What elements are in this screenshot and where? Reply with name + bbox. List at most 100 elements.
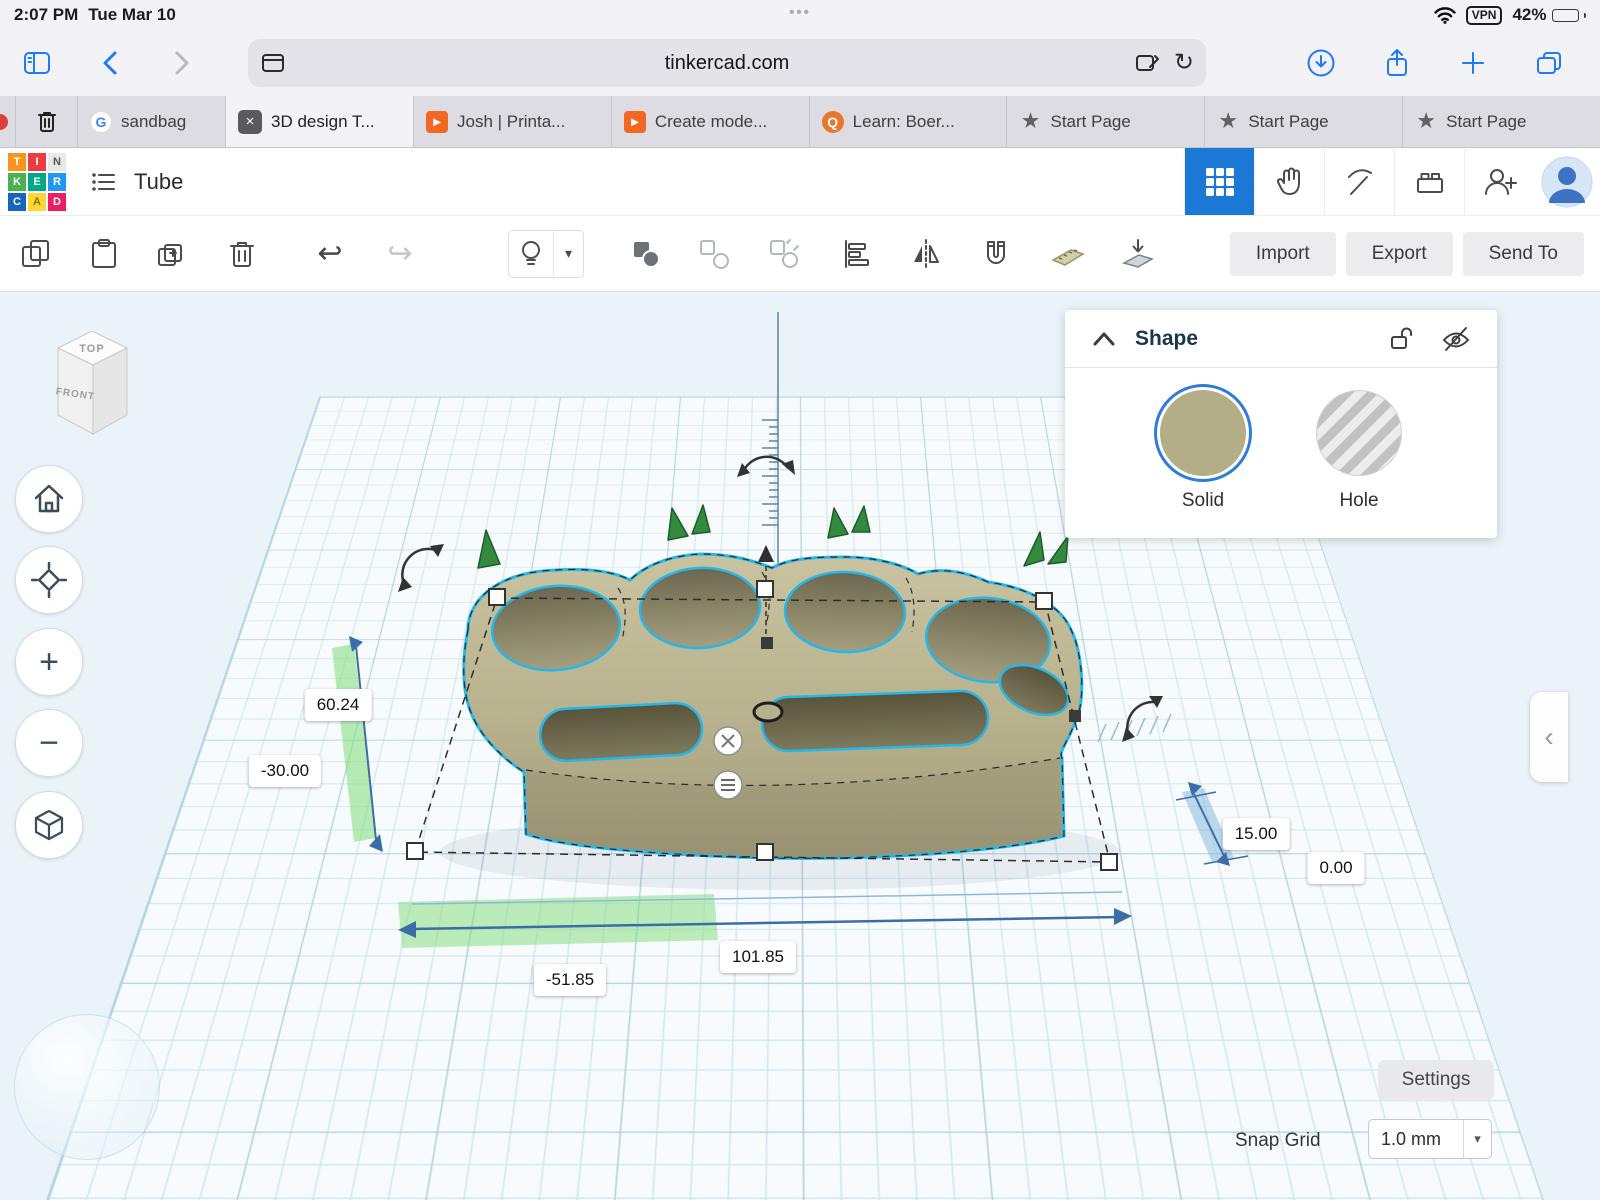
close-icon[interactable]: × [238,110,262,134]
group-edit-icon[interactable] [762,232,806,276]
hand-tool-button[interactable] [1254,148,1324,215]
shape-panel-title: Shape [1135,327,1198,351]
home-view-button[interactable] [15,465,83,533]
export-button[interactable]: Export [1346,232,1453,276]
ungroup-icon[interactable] [692,232,736,276]
tab-3d-design[interactable]: × 3D design T... [226,96,414,147]
google-icon: G [90,111,112,133]
safari-toolbar: tinkercad.com ↻ [0,30,1600,96]
dimension-label-x-position[interactable]: -51.85 [534,964,606,996]
forward-button[interactable] [164,46,198,80]
tab-create-mode[interactable]: ▸ Create mode... [612,96,810,147]
redo-icon[interactable]: ↪ [378,232,422,276]
magnet-icon[interactable] [974,232,1018,276]
tab-actions-icon[interactable] [1134,51,1160,75]
reload-icon[interactable]: ↻ [1174,51,1194,75]
ruler-tool-icon[interactable] [1046,232,1090,276]
dimension-label-width[interactable]: 101.85 [720,941,796,973]
import-button[interactable]: Import [1230,232,1336,276]
printables-icon: ▸ [624,111,646,133]
tab-start-page-2[interactable]: ★ Start Page [1205,96,1403,147]
tinkercad-header: TIN KER CAD Tube [0,148,1600,216]
send-to-button[interactable]: Send To [1463,232,1584,276]
collaborate-button[interactable] [1464,148,1534,215]
group-icon[interactable] [624,232,668,276]
settings-button[interactable]: Settings [1378,1060,1494,1100]
clock-time: 2:07 PM [14,5,78,25]
view-cube[interactable]: TOP FRONT [0,292,180,452]
hole-option[interactable]: Hole [1316,390,1402,512]
hide-eye-icon[interactable] [1441,325,1471,353]
solid-swatch[interactable] [1160,390,1246,476]
fit-view-button[interactable] [15,546,83,614]
sidebar-toggle-button[interactable] [20,46,54,80]
edit-toolbar: ↩ ↪ ▾ Import Export Send To [0,216,1600,292]
copy-icon[interactable] [14,232,58,276]
snap-grid-dropdown[interactable]: 1.0 mm ▾ [1368,1119,1492,1159]
status-bar: 2:07 PM Tue Mar 10 ••• VPN 42% [0,0,1600,30]
viewcube-top-label[interactable]: TOP [79,343,104,355]
downloads-button[interactable] [1304,46,1338,80]
tab-partial[interactable] [0,96,16,147]
new-tab-button[interactable] [1456,46,1490,80]
unlock-icon[interactable] [1387,325,1415,353]
undo-icon[interactable]: ↩ [308,232,352,276]
battery-icon [1552,9,1579,22]
multitask-dots-handle[interactable]: ••• [789,4,811,21]
page-menu-icon[interactable] [260,51,286,75]
vpn-badge: VPN [1466,6,1503,25]
tab-learn[interactable]: Q Learn: Boer... [810,96,1008,147]
tab-start-page-1[interactable]: ★ Start Page [1007,96,1205,147]
wifi-icon [1434,6,1456,24]
tab-josh-printables[interactable]: ▸ Josh | Printa... [414,96,612,147]
battery-indicator: 42% [1512,5,1586,25]
design-title[interactable]: Tube [134,169,183,195]
star-icon: ★ [1415,111,1437,133]
tinkercad-logo[interactable]: TIN KER CAD [8,153,66,211]
tab-overview-button[interactable] [1532,46,1566,80]
side-drawer-handle[interactable]: ‹ [1530,692,1568,782]
snap-grid-label: Snap Grid [1235,1130,1321,1152]
account-avatar[interactable] [1534,148,1600,215]
design-menu-icon[interactable] [90,170,116,194]
collapse-chevron-icon[interactable] [1091,330,1117,348]
delete-icon[interactable] [220,232,264,276]
trash-favicon-icon [36,110,58,134]
lego-brick-button[interactable] [1394,148,1464,215]
orbit-control-ball[interactable] [14,1014,160,1160]
minecraft-pickaxe-button[interactable] [1324,148,1394,215]
duplicate-icon[interactable] [150,232,194,276]
show-all-split-button[interactable]: ▾ [508,230,584,278]
learn-q-icon: Q [822,111,844,133]
dimension-label-ruler-length[interactable]: 60.24 [305,689,372,721]
mirror-icon[interactable] [904,232,948,276]
zoom-in-button[interactable]: + [15,628,83,696]
shapes-grid-button[interactable] [1184,148,1254,215]
shape-inspector-panel: Shape Solid Hole [1065,310,1497,538]
tab-sandbag[interactable]: G sandbag [78,96,226,147]
paste-icon[interactable] [82,232,126,276]
tab-start-page-3[interactable]: ★ Start Page [1403,96,1600,147]
lightbulb-caret-icon[interactable]: ▾ [553,231,583,277]
dimension-label-height[interactable]: 15.00 [1223,818,1290,850]
solid-option[interactable]: Solid [1160,390,1246,512]
dimension-label-y-position[interactable]: -30.00 [249,755,321,787]
workplane-tool-icon[interactable] [1116,232,1160,276]
share-button[interactable] [1380,46,1414,80]
zoom-out-button[interactable]: − [15,709,83,777]
perspective-toggle-button[interactable] [15,791,83,859]
viewport-canvas[interactable]: TOP FRONT + − 60.24 -30.00 15.00 0.00 10… [0,292,1600,1200]
lightbulb-icon[interactable] [509,232,553,276]
tab-archive[interactable] [16,96,78,147]
address-bar[interactable]: tinkercad.com ↻ [248,39,1206,87]
tinkercad-ipad-screen: { "status_bar": { "time": "2:07 PM", "da… [0,0,1600,1200]
snap-grid-value: 1.0 mm [1369,1129,1463,1150]
url-text[interactable]: tinkercad.com [248,52,1206,75]
tab-bar: G sandbag × 3D design T... ▸ Josh | Prin… [0,96,1600,148]
dimension-label-elevation[interactable]: 0.00 [1307,852,1364,884]
align-icon[interactable] [834,232,878,276]
hole-swatch[interactable] [1316,390,1402,476]
back-button[interactable] [94,46,128,80]
printables-icon: ▸ [426,111,448,133]
battery-percent: 42% [1512,5,1546,25]
